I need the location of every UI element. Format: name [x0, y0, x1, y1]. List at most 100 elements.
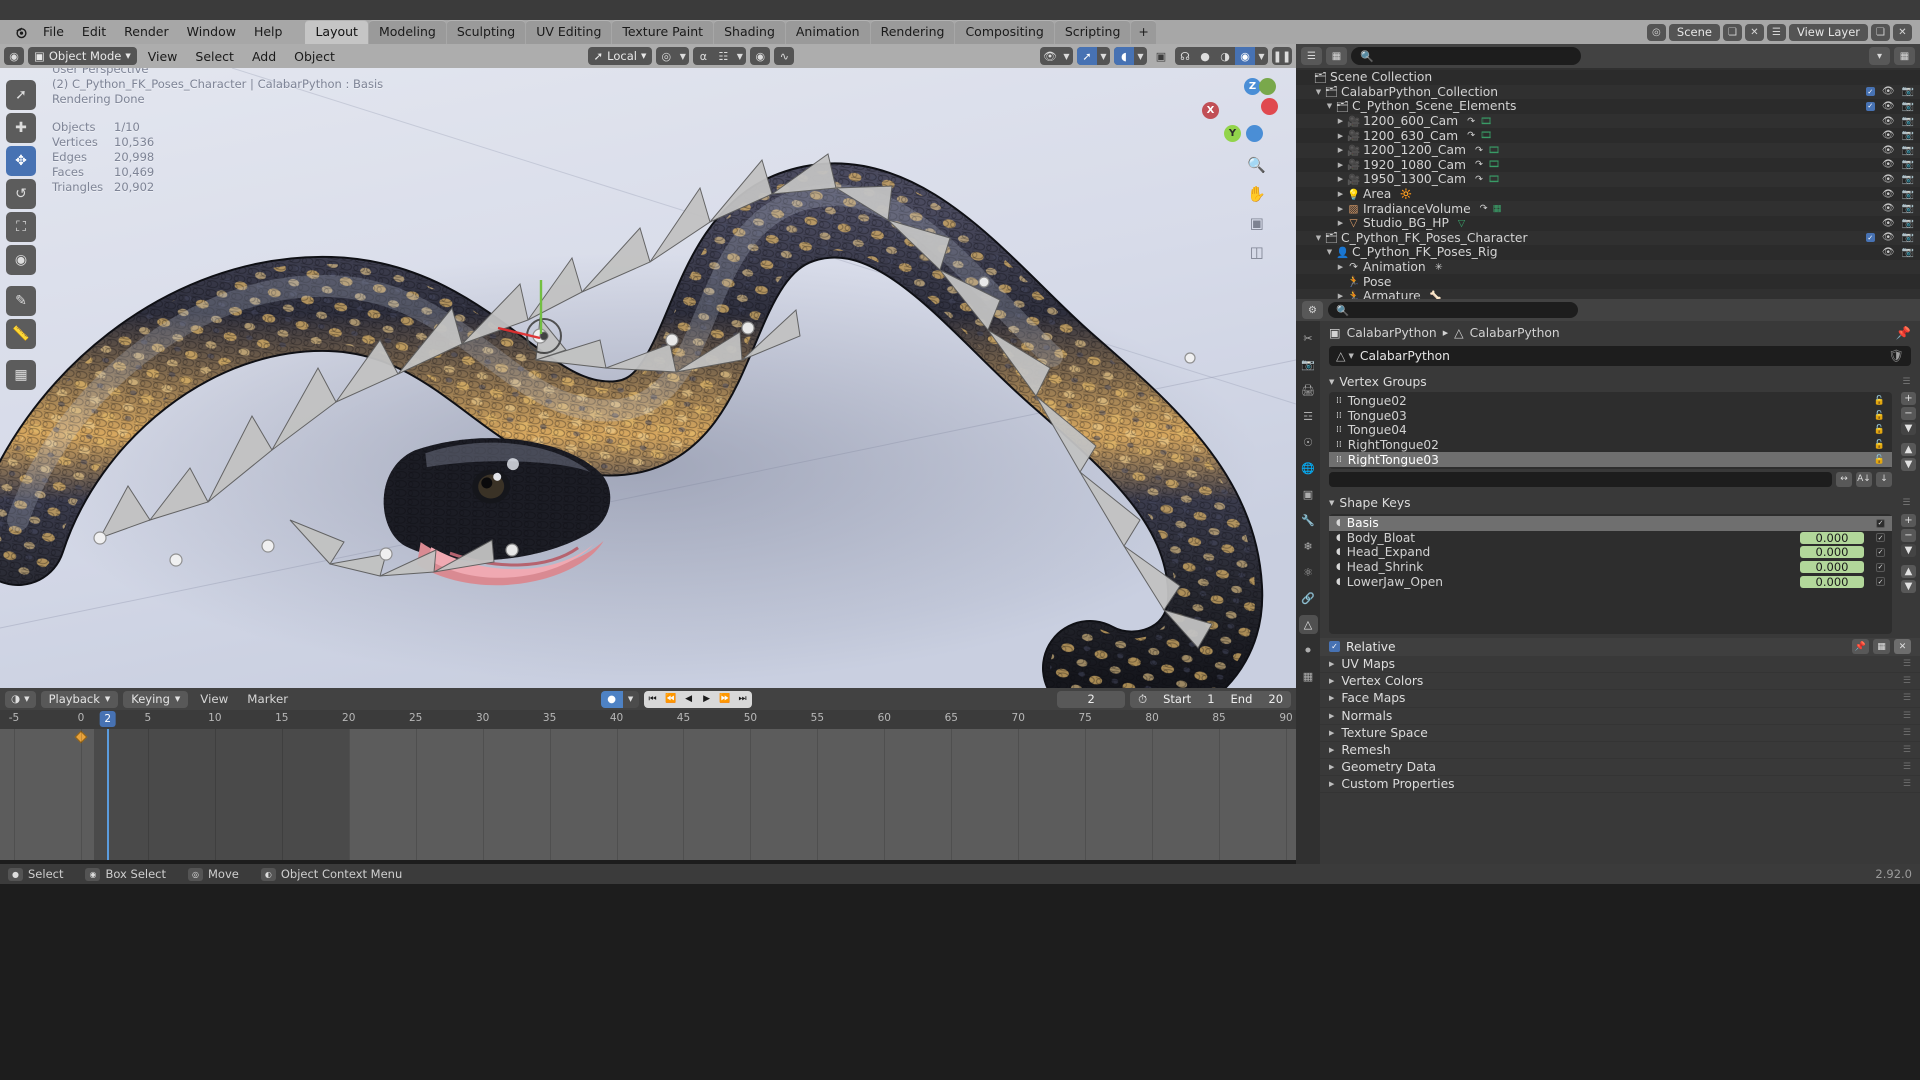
- anim-icon[interactable]: ↷: [1475, 145, 1483, 156]
- auto-keying-icon[interactable]: ●: [600, 690, 623, 708]
- chevron-right-icon[interactable]: ▶: [1335, 263, 1346, 271]
- chevron-right-icon[interactable]: ▶: [1335, 205, 1346, 213]
- jump-to-start-button[interactable]: ⏮: [643, 690, 662, 708]
- mesh-data-browse-icon[interactable]: △ ▼: [1336, 349, 1354, 363]
- scene-name-field[interactable]: Scene: [1668, 23, 1720, 41]
- shape-key-value[interactable]: 0.000: [1800, 575, 1864, 588]
- tab-world[interactable]: 🌐: [1299, 459, 1318, 478]
- editor-type-icon[interactable]: ◉: [4, 47, 24, 65]
- camera-render-visibility-icon[interactable]: 📷: [1902, 203, 1914, 214]
- tab-texture[interactable]: ▦: [1299, 667, 1318, 686]
- chevron-right-icon[interactable]: ▶: [1335, 161, 1346, 169]
- eye-visibility-icon[interactable]: 👁: [1882, 145, 1895, 156]
- vertex-group-specials-button[interactable]: ▼: [1901, 422, 1916, 435]
- remove-viewlayer-icon[interactable]: ✕: [1893, 23, 1912, 41]
- remove-shape-key-button[interactable]: −: [1901, 528, 1916, 542]
- camera-render-visibility-icon[interactable]: 📷: [1902, 159, 1914, 170]
- clear-shape-key-icon[interactable]: ✕: [1894, 639, 1911, 655]
- rendered-shading-icon[interactable]: ◉: [1235, 47, 1255, 65]
- chevron-down-icon[interactable]: ▼: [1313, 234, 1324, 242]
- editor-type-icon[interactable]: ⚙: [1302, 301, 1323, 319]
- move-shape-key-down-button[interactable]: ▼: [1901, 579, 1916, 593]
- current-frame-indicator[interactable]: 2: [99, 711, 117, 727]
- anim-icon[interactable]: ↷: [1475, 174, 1483, 185]
- outliner-row[interactable]: 🗂 Scene Collection: [1296, 70, 1920, 85]
- vertex-group-row[interactable]: ⁞⁞ Tongue03 🔓: [1329, 409, 1892, 424]
- timeline-menu-marker[interactable]: Marker: [240, 692, 295, 706]
- menu-render[interactable]: Render: [115, 22, 178, 42]
- start-frame-value[interactable]: 1: [1199, 692, 1222, 706]
- camera-view-icon[interactable]: ▣: [1250, 214, 1264, 232]
- viewlayer-browse-icon[interactable]: ☰: [1766, 23, 1786, 41]
- shape-key-specials-button[interactable]: ▼: [1901, 543, 1916, 557]
- jump-to-next-keyframe-button[interactable]: ⏩: [715, 690, 734, 708]
- object-mode-selector[interactable]: ▣ Object Mode ▼: [28, 47, 137, 65]
- tab-material[interactable]: ⚫: [1299, 641, 1318, 660]
- collapsed-panel-header[interactable]: ▶ Remesh ☰: [1320, 742, 1920, 760]
- pause-render-icon[interactable]: ❚❚: [1272, 47, 1292, 65]
- eye-visibility-icon[interactable]: 👁: [1882, 116, 1895, 127]
- shape-key-mute-checkbox[interactable]: ✓: [1876, 562, 1885, 572]
- gizmo-icon[interactable]: ➚: [1077, 47, 1097, 65]
- outliner-row[interactable]: ▶ 🎥 1200_600_Cam ↷ 🎞 👁 📷: [1296, 114, 1920, 129]
- chevron-right-icon[interactable]: ▶: [1335, 219, 1346, 227]
- eye-visibility-icon[interactable]: 👁: [1882, 218, 1895, 229]
- eye-visibility-icon[interactable]: 👁: [1882, 174, 1895, 185]
- collapsed-panel-header[interactable]: ▶ Custom Properties ☰: [1320, 776, 1920, 794]
- tab-particles[interactable]: ❄: [1299, 537, 1318, 556]
- vertex-groups-panel-header[interactable]: ▼ Vertex Groups ☰: [1320, 372, 1920, 391]
- tab-animation[interactable]: Animation: [785, 20, 870, 44]
- timeline-ruler[interactable]: -5 0 5 10 15 20 25 30 35 40 45 50 55 60 65 70 75 80 85 90 2: [0, 710, 1296, 729]
- camera-data-icon[interactable]: 🎞: [1488, 145, 1500, 156]
- object-data-name-field[interactable]: △ ▼ CalabarPython 🛡: [1329, 346, 1911, 366]
- material-preview-icon[interactable]: ◑: [1215, 47, 1235, 65]
- move-shape-key-up-button[interactable]: ▲: [1901, 564, 1916, 578]
- eye-visibility-icon[interactable]: 👁: [1882, 101, 1895, 112]
- tab-render[interactable]: 📷: [1299, 355, 1318, 374]
- vertex-group-row[interactable]: ⁞⁞ Tongue04 🔓: [1329, 423, 1892, 438]
- shape-keys-list[interactable]: ◖ Basis ✓ ◖ Body_Bloat 0.000 ✓ ◖ Head_Expand 0.00…: [1329, 513, 1892, 634]
- lock-icon[interactable]: 🔓: [1874, 396, 1885, 406]
- overlays-icon[interactable]: ◖: [1114, 47, 1134, 65]
- camera-data-icon[interactable]: 🎞: [1488, 159, 1500, 170]
- tab-scene[interactable]: ☉: [1299, 433, 1318, 452]
- outliner-row[interactable]: ▶ 💡 Area 🔆 👁 📷: [1296, 186, 1920, 202]
- snapping-controls[interactable]: ⍺ ☷ ▼: [693, 47, 747, 65]
- tab-output[interactable]: 🖨: [1299, 381, 1318, 400]
- viewport-menu-view[interactable]: View: [141, 48, 185, 65]
- outliner-editor[interactable]: ☰ ▦ 🔍 ▾ ▦ 🗂 Scene Collection ▼ 🗂 CalabarPyth…: [1296, 44, 1920, 319]
- tab-modeling[interactable]: Modeling: [368, 20, 446, 44]
- shape-key-edit-mode-icon[interactable]: ▦: [1873, 639, 1890, 655]
- sort-direction-icon[interactable]: ↓: [1876, 471, 1892, 487]
- tab-constraints[interactable]: 🔗: [1299, 589, 1318, 608]
- add-vertex-group-button[interactable]: +: [1901, 392, 1916, 405]
- menu-window[interactable]: Window: [178, 22, 245, 42]
- chevron-down-icon[interactable]: ▼: [622, 690, 639, 708]
- tab-object-properties[interactable]: ▣: [1299, 485, 1318, 504]
- tab-object-data[interactable]: △: [1298, 615, 1318, 634]
- tab-shading[interactable]: Shading: [714, 20, 785, 44]
- camera-render-visibility-icon[interactable]: 📷: [1902, 232, 1914, 243]
- outliner-search-input[interactable]: 🔍: [1351, 47, 1581, 65]
- outliner-row[interactable]: ▶ ▽ Studio_BG_HP ▽ 👁 📷: [1296, 215, 1920, 231]
- collapsed-panel-header[interactable]: ▶ Normals ☰: [1320, 708, 1920, 725]
- shape-keys-panel-header[interactable]: ▼ Shape Keys ☰: [1320, 494, 1920, 513]
- magnet-icon[interactable]: ⍺: [693, 47, 713, 65]
- tab-scripting[interactable]: Scripting: [1054, 20, 1131, 44]
- vertex-groups-list[interactable]: ⁞⁞ Tongue02 🔓 ⁞⁞ Tongue03 🔓 ⁞⁞ Tongue04 🔓 ⁞⁞ Right…: [1329, 392, 1892, 469]
- chevron-right-icon[interactable]: ▶: [1335, 146, 1346, 154]
- timeline-editor[interactable]: ◑ ▼ Playback ▼ Keying ▼ View Marker ● ▼ ⏮ ⏪…: [0, 688, 1296, 860]
- annotate-tool-icon[interactable]: ✎: [6, 286, 36, 316]
- outliner-row[interactable]: ▶ 🎥 1920_1080_Cam ↷ 🎞 👁 📷: [1296, 157, 1920, 173]
- action-icon[interactable]: ✳: [1435, 262, 1443, 273]
- new-collection-icon[interactable]: ▦: [1894, 47, 1915, 65]
- chevron-right-icon[interactable]: ▶: [1335, 175, 1346, 183]
- pan-hand-icon[interactable]: ✋: [1247, 185, 1266, 203]
- filter-expand-icon[interactable]: ↔: [1836, 471, 1852, 487]
- lock-icon[interactable]: 🔓: [1874, 440, 1885, 450]
- menu-help[interactable]: Help: [245, 22, 292, 42]
- sort-alpha-icon[interactable]: A↓: [1856, 471, 1872, 487]
- camera-data-icon[interactable]: 🎞: [1480, 116, 1492, 127]
- vertex-group-row[interactable]: ⁞⁞ RightTongue03 🔓: [1329, 452, 1892, 467]
- viewport-menu-select[interactable]: Select: [188, 48, 241, 65]
